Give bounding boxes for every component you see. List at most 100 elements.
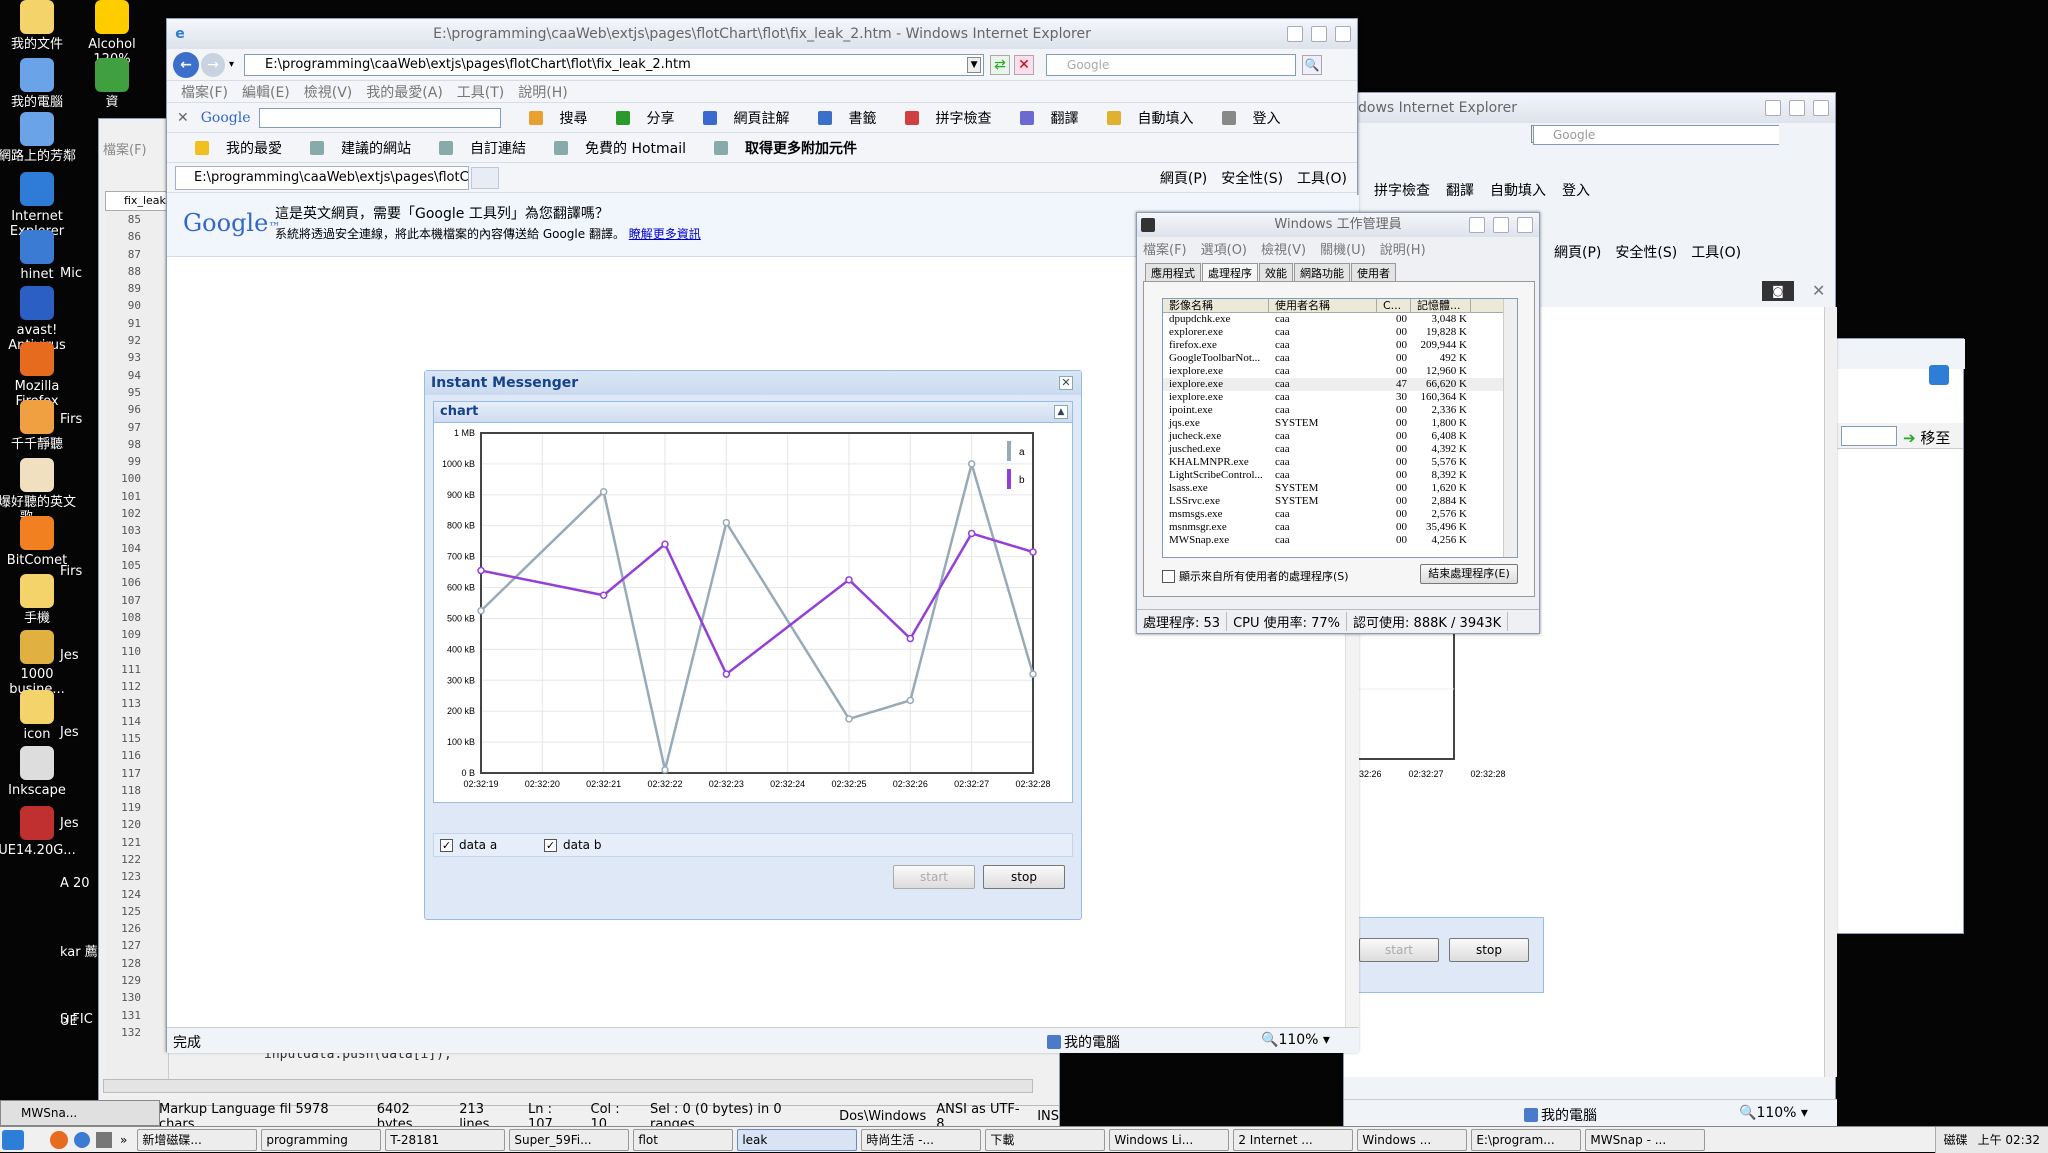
desktop-icon[interactable]: 手機	[0, 574, 76, 626]
tray-label[interactable]: 磁碟	[1944, 1131, 1968, 1148]
menu-item[interactable]: 檢視(V)	[304, 82, 353, 102]
column-header[interactable]: 影像名稱	[1163, 299, 1269, 312]
ie-icon[interactable]	[74, 1131, 90, 1148]
taskmgr-tab[interactable]: 效能	[1259, 263, 1293, 281]
start-button[interactable]	[2, 1129, 24, 1150]
google-toolbar-item[interactable]: 書籤	[804, 110, 877, 127]
google-toolbar-item[interactable]: 自動填入	[1490, 180, 1546, 200]
ie-main-window-controls[interactable]	[1287, 26, 1351, 42]
google-toolbar-item[interactable]: 翻譯	[1446, 180, 1474, 200]
column-header[interactable]: C...	[1377, 299, 1411, 312]
table-row[interactable]: GoogleToolbarNot... caa 00 492 K	[1163, 352, 1517, 365]
desktop-icon[interactable]: Mozilla Firefox	[0, 342, 76, 409]
taskmgr-tab[interactable]: 網路功能	[1294, 263, 1350, 281]
desktop-icon[interactable]: 資	[72, 58, 152, 110]
taskmgr-tab[interactable]: 使用者	[1351, 263, 1396, 281]
toggle-data-b[interactable]: ✓ data b	[538, 838, 601, 852]
menu-item[interactable]: 工具(T)	[457, 82, 504, 102]
google-toolbar-item[interactable]: 搜尋	[515, 110, 588, 127]
google-toolbar-item[interactable]: 拼字檢查	[891, 110, 992, 127]
ie-back-window-controls[interactable]	[1765, 100, 1829, 116]
translate-icon[interactable]: ◙	[1762, 281, 1794, 301]
command-item[interactable]: 工具(O)	[1297, 171, 1347, 187]
favorites-item[interactable]: 我的最愛	[181, 138, 282, 158]
mwsnap-window[interactable]: MWSna...	[0, 1100, 160, 1126]
start-button[interactable]: start	[893, 865, 975, 889]
editor-menu[interactable]: 檔案(F)	[103, 139, 173, 159]
table-row[interactable]: jqs.exe SYSTEM 00 1,800 K	[1163, 417, 1517, 430]
table-row[interactable]: iexplore.exe caa 00 12,960 K	[1163, 365, 1517, 378]
taskbar-item[interactable]: Super_59Fi...	[509, 1128, 630, 1151]
stop-chart-button[interactable]: stop	[983, 865, 1065, 889]
desktop-icon[interactable]: 我的文件	[0, 0, 76, 52]
back-button[interactable]: ←	[173, 51, 199, 78]
editor-tab[interactable]: fix_leak	[105, 191, 167, 211]
table-row[interactable]: iexplore.exe caa 47 66,620 K	[1163, 378, 1517, 391]
desktop-icon[interactable]: BitComet	[0, 516, 76, 568]
taskbar-item[interactable]: Windows ...	[1357, 1128, 1468, 1151]
ie-back-stop-chart-button[interactable]: stop	[1449, 938, 1529, 962]
close-icon[interactable]: ✕	[1059, 376, 1073, 390]
ie-back-search-input[interactable]: Google	[1535, 126, 1779, 144]
desktop-icon[interactable]: 爆好聽的英文歌 -...	[0, 458, 76, 525]
table-row[interactable]: explorer.exe caa 00 19,828 K	[1163, 326, 1517, 339]
taskmgr-menu-item[interactable]: 選項(O)	[1201, 239, 1247, 258]
table-row[interactable]: dpupdchk.exe caa 00 3,048 K	[1163, 313, 1517, 326]
search-icon[interactable]: 🔍	[1302, 54, 1323, 75]
taskmgr-menu-item[interactable]: 檔案(F)	[1143, 239, 1187, 258]
desktop-icon[interactable]: Inkscape	[0, 746, 76, 798]
editor-hscrollbar[interactable]	[103, 1079, 1033, 1093]
command-item[interactable]: 安全性(S)	[1221, 171, 1283, 187]
favorites-item[interactable]: 建議的網站	[296, 138, 411, 158]
table-row[interactable]: MWSnap.exe caa 00 4,256 K	[1163, 534, 1517, 547]
app-icon[interactable]	[96, 1131, 112, 1148]
close-toolbar-icon[interactable]: ✕	[177, 110, 189, 126]
new-tab-button[interactable]	[471, 166, 499, 189]
google-search-input[interactable]	[258, 107, 501, 128]
taskbar-item[interactable]: 新增磁碟...	[137, 1128, 258, 1151]
taskmgr-tab[interactable]: 應用程式	[1145, 263, 1201, 281]
ie-back-close-bar-icon[interactable]: ✕	[1812, 281, 1825, 300]
toggle-data-a[interactable]: ✓ data a	[434, 838, 538, 852]
column-header[interactable]: 使用者名稱	[1269, 299, 1377, 312]
table-row[interactable]: lsass.exe SYSTEM 00 1,620 K	[1163, 482, 1517, 495]
taskbar-item[interactable]: leak	[737, 1128, 858, 1151]
menu-item[interactable]: 說明(H)	[518, 82, 567, 102]
refresh-button[interactable]: ⇄	[990, 54, 1011, 75]
taskmgr-window-controls[interactable]	[1469, 217, 1533, 233]
menu-item[interactable]: 檔案(F)	[181, 82, 228, 102]
google-toolbar-item[interactable]: 登入	[1562, 180, 1590, 200]
table-row[interactable]: KHALMNPR.exe caa 00 5,576 K	[1163, 456, 1517, 469]
taskmgr-menu-item[interactable]: 關機(U)	[1320, 239, 1366, 258]
more-icon[interactable]: »	[120, 1133, 127, 1147]
table-row[interactable]: LSSrvc.exe SYSTEM 00 2,884 K	[1163, 495, 1517, 508]
taskbar-item[interactable]: T-28181	[385, 1128, 506, 1151]
google-toolbar-item[interactable]: 網頁註解	[689, 110, 790, 127]
taskbar-item[interactable]: Windows Li...	[1109, 1128, 1230, 1151]
address-dropdown-icon[interactable]: ▼	[967, 56, 982, 73]
taskmgr-tab[interactable]: 處理程序	[1202, 263, 1258, 281]
ie-back-zoom[interactable]: 🔍110% ▾	[1739, 1105, 1808, 1121]
google-toolbar-item[interactable]: 翻譯	[1006, 110, 1079, 127]
table-row[interactable]: iexplore.exe caa 30 160,364 K	[1163, 391, 1517, 404]
taskbar-item[interactable]: 時尚生活 -...	[861, 1128, 982, 1151]
taskbar-item[interactable]: flot	[633, 1128, 734, 1151]
history-dropdown-icon[interactable]: ▾	[229, 59, 234, 70]
checkbox-icon[interactable]: ✓	[544, 838, 557, 852]
favorites-item[interactable]: 自訂連結	[425, 138, 526, 158]
explorer-address-input[interactable]	[1841, 426, 1897, 446]
process-list-scrollbar[interactable]	[1503, 299, 1517, 557]
taskbar-item[interactable]: E:\program...	[1471, 1128, 1582, 1151]
taskbar-item[interactable]: 2 Internet ...	[1233, 1128, 1354, 1151]
active-tab[interactable]: E:\programming\caaWeb\extjs\pages\flotCh…	[175, 165, 469, 190]
taskbar-item[interactable]: MWSnap - ...	[1585, 1128, 1706, 1151]
zoom-control[interactable]: 🔍110% ▾	[1261, 1032, 1330, 1048]
favorites-item[interactable]: 免費的 Hotmail	[540, 138, 686, 158]
forward-button[interactable]: →	[201, 52, 225, 77]
command-item[interactable]: 工具(O)	[1691, 242, 1741, 262]
google-toolbar-item[interactable]: 登入	[1208, 110, 1281, 127]
command-item[interactable]: 網頁(P)	[1554, 242, 1601, 262]
google-toolbar-item[interactable]: 分享	[602, 110, 675, 127]
table-row[interactable]: msmsgs.exe caa 00 2,576 K	[1163, 508, 1517, 521]
desktop-icon[interactable]: 我的電腦	[0, 58, 76, 110]
